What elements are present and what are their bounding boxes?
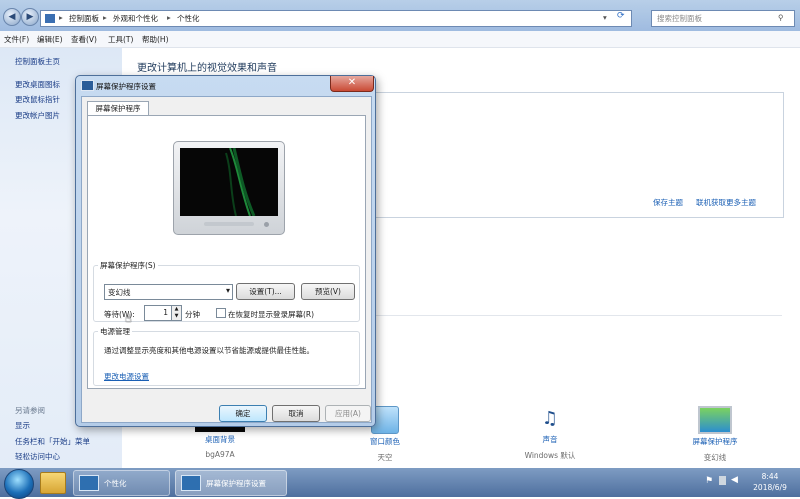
control-panel-icon [45,14,55,23]
crumb-separator: ▸ [167,13,171,22]
sounds-label: 声音 [542,435,558,444]
monitor-preview [173,141,285,235]
wait-minutes-input[interactable]: 1 [144,305,172,321]
chevron-down-icon: ▾ [225,286,230,295]
screen-saver-selected: 变幻线 [108,288,131,297]
personalization-window-icon [79,475,99,491]
power-led-icon [264,222,269,227]
wait-minutes-spinner[interactable]: ▲ ▼ [171,305,182,321]
screen-saver-select[interactable]: 变幻线 ▾ [104,284,233,300]
explorer-folder-icon[interactable] [40,472,66,494]
screen-saver-group-label: 屏幕保护程序(S) [100,261,156,270]
menu-help[interactable]: 帮助(H) [142,34,169,45]
sounds-icon: ♫ [541,408,559,429]
cancel-button[interactable]: 取消 [272,405,320,422]
crumb-separator: ▸ [103,13,107,22]
ease-of-access-link[interactable]: 轻松访问中心 [15,451,60,462]
control-panel-home-link[interactable]: 控制面板主页 [15,56,60,67]
display-link[interactable]: 显示 [15,420,30,431]
change-account-picture-link[interactable]: 更改帐户图片 [15,110,60,121]
breadcrumb-personalization[interactable]: 个性化 [177,13,200,24]
menu-file[interactable]: 文件(F) [4,34,29,45]
refresh-icon[interactable]: ⟳ [617,11,625,21]
desktop-background-value: bgA97A [205,450,235,459]
power-management-text: 通过调整显示亮度和其他电源设置以节省能源或提供最佳性能。 [104,346,314,355]
screen-saver-label: 屏幕保护程序 [692,437,738,446]
taskbar: 个性化 屏幕保护程序设置 ⚑ ◀ 8:44 2018/6/9 [0,468,800,499]
dialog-title: 屏幕保护程序设置 [96,82,156,91]
window-color-label: 窗口颜色 [370,437,400,446]
mouse-cursor-icon: ☝ [125,312,132,325]
search-input[interactable]: 搜索控制面板 ⚲ [651,10,795,27]
breadcrumb-control-panel[interactable]: 控制面板 [69,13,99,24]
screen-saver-group: 屏幕保护程序(S) 变幻线 ▾ 设置(T)... 预览(V) 等待(W): 1 … [93,260,360,322]
flag-icon[interactable]: ⚑ [705,476,713,486]
monitor-stand [204,222,254,226]
ok-button[interactable]: 确定 [219,405,267,422]
start-button[interactable] [4,469,34,499]
save-theme-link[interactable]: 保存主题 [653,197,683,208]
search-placeholder: 搜索控制面板 [657,14,702,23]
clock-date: 2018/6/9 [753,483,787,492]
apply-button[interactable]: 应用(A) [325,405,371,422]
menu-bar: 文件(F) 编辑(E) 查看(V) 工具(T) 帮助(H) [0,31,800,48]
network-icon[interactable] [719,476,726,485]
taskbar-start-menu-link[interactable]: 任务栏和「开始」菜单 [15,436,90,447]
dialog-app-icon [81,80,94,91]
screen-saver-icon [698,406,732,434]
change-desktop-icons-link[interactable]: 更改桌面图标 [15,79,60,90]
window-color-value: 天空 [377,453,393,462]
dialog-body: 屏幕保护程序 屏幕保护程序(S) 变幻线 ▾ 设置(T)... 预览(V) 等待… [81,96,372,423]
menu-view[interactable]: 查看(V) [71,34,97,45]
see-also-heading: 另请参阅 [15,406,45,415]
wait-minutes-value: 1 [163,308,168,317]
close-icon[interactable]: ✕ [330,76,374,92]
clock-time: 8:44 [761,472,779,481]
change-mouse-pointers-link[interactable]: 更改鼠标指针 [15,94,60,105]
address-toolbar: ◀ ▶ ▸ 控制面板 ▸ 外观和个性化 ▸ 个性化 ▾ ⟳ 搜索控制面板 ⚲ [0,0,800,31]
power-management-label: 电源管理 [100,327,130,336]
screen-saver-value: 变幻线 [703,453,727,462]
wait-unit-label: 分钟 [185,310,200,319]
settings-button[interactable]: 设置(T)... [236,283,295,300]
forward-button[interactable]: ▶ [21,8,39,26]
taskbar-screen-saver-label: 屏幕保护程序设置 [206,479,266,488]
get-more-themes-link[interactable]: 联机获取更多主题 [696,197,756,208]
tab-panel: 屏幕保护程序(S) 变幻线 ▾ 设置(T)... 预览(V) 等待(W): 1 … [87,115,366,389]
preview-screen [180,147,278,217]
taskbar-personalization-button[interactable]: 个性化 [73,470,170,496]
sounds-value: Windows 默认 [524,451,576,460]
change-power-settings-link[interactable]: 更改电源设置 [104,371,149,382]
power-management-group: 电源管理 通过调整显示亮度和其他电源设置以节省能源或提供最佳性能。 更改电源设置 [93,326,360,386]
taskbar-personalization-label: 个性化 [104,479,127,488]
menu-tools[interactable]: 工具(T) [108,34,133,45]
taskbar-screen-saver-button[interactable]: 屏幕保护程序设置 [175,470,287,496]
tab-screen-saver[interactable]: 屏幕保护程序 [87,101,149,116]
dropdown-arrow-icon[interactable]: ▾ [603,13,607,22]
screen-saver-settings-dialog: 屏幕保护程序设置 ✕ 屏幕保护程序 屏幕保护程序(S) 变幻线 ▾ 设置(T).… [75,75,376,427]
screen-saver-window-icon [181,475,201,491]
search-icon[interactable]: ⚲ [778,13,784,22]
resume-logon-checkbox[interactable] [216,308,226,318]
address-bar[interactable]: ▸ 控制面板 ▸ 外观和个性化 ▸ 个性化 ▾ ⟳ [40,10,632,27]
breadcrumb-appearance[interactable]: 外观和个性化 [113,13,158,24]
crumb-separator: ▸ [59,13,63,22]
menu-edit[interactable]: 编辑(E) [37,34,63,45]
ribbons-preview-image [225,147,256,217]
resume-logon-label: 在恢复时显示登录屏幕(R) [228,310,315,319]
page-title: 更改计算机上的视觉效果和声音 [137,63,277,74]
sounds-item[interactable]: ♫ 声音 Windows 默认 [508,406,592,461]
volume-icon[interactable]: ◀ [731,475,738,485]
screen-saver-item[interactable]: 屏幕保护程序 变幻线 [673,406,757,463]
preview-button[interactable]: 预览(V) [301,283,355,300]
back-button[interactable]: ◀ [3,8,21,26]
desktop-background-label: 桌面背景 [205,435,235,444]
system-clock[interactable]: 8:44 2018/6/9 [745,471,795,493]
